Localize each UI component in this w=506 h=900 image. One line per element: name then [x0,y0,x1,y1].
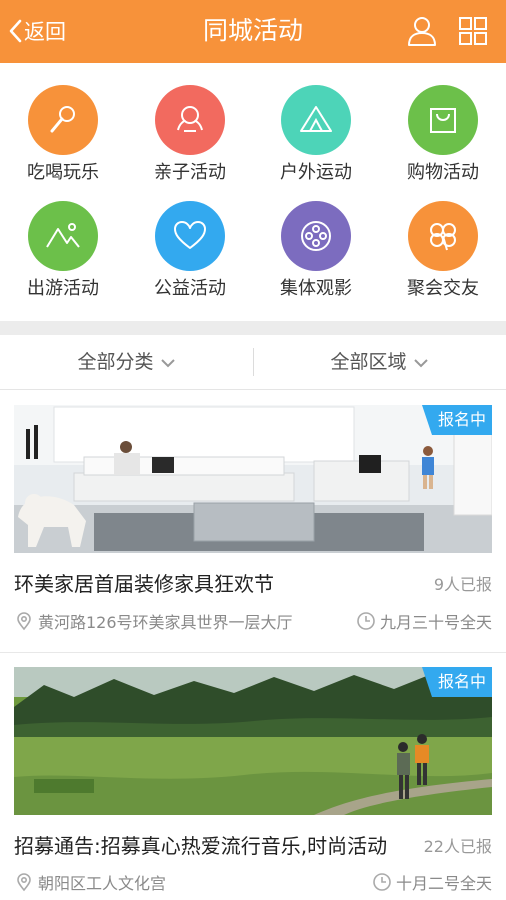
tent-icon [281,85,351,155]
category-grid: 吃喝玩乐 亲子活动 户外运动 购物活动 出游活动 公益活动 集体观影 聚会交友 [0,63,506,321]
signup-count: 22人已报 [423,837,492,856]
event-title: 招募通告:招募真心热爱流行音乐,时尚活动 [14,834,388,858]
clock-icon [357,612,375,630]
category-item-outdoor[interactable]: 户外运动 [256,85,376,185]
event-location: 朝阳区工人文化宫 [14,870,166,894]
category-filter-dropdown[interactable]: 全部分类 [0,347,253,377]
filter-bar: 全部分类 全部区域 [0,335,506,390]
category-item-movie[interactable]: 集体观影 [256,201,376,301]
chevron-down-icon [413,358,428,367]
category-label: 集体观影 [280,278,352,299]
heart-icon [155,201,225,271]
category-label: 出游活动 [27,278,99,299]
app-header: 返回 同城活动 [0,0,506,63]
event-card[interactable]: 报名中 招募通告:招募真心热爱流行音乐,时尚活动 22人已报 朝阳区工人文化宫 … [0,653,506,900]
category-item-family[interactable]: 亲子活动 [130,85,250,185]
category-label: 吃喝玩乐 [27,162,99,183]
category-item-charity[interactable]: 公益活动 [130,201,250,301]
section-divider [0,321,506,335]
family-icon [155,85,225,155]
event-time: 九月三十号全天 [356,609,492,633]
category-label: 购物活动 [407,162,479,183]
time-text: 九月三十号全天 [379,613,492,632]
region-filter-label: 全部区域 [330,351,407,373]
category-item-shopping[interactable]: 购物活动 [383,85,503,185]
category-label: 公益活动 [154,278,226,299]
status-badge-label: 报名中 [437,410,486,429]
event-photo-mountain-meadow: 报名中 [14,667,492,815]
mountain-icon [28,201,98,271]
event-title: 环美家居首届装修家具狂欢节 [14,572,274,596]
category-item-travel[interactable]: 出游活动 [3,201,123,301]
category-item-eat-drink[interactable]: 吃喝玩乐 [3,85,123,185]
category-label: 亲子活动 [154,162,226,183]
shopping-bag-icon [408,85,478,155]
film-reel-icon [281,201,351,271]
chevron-down-icon [160,358,175,367]
category-label: 聚会交友 [407,278,479,299]
location-text: 黄河路126号环美家具世界一层大厅 [38,613,293,632]
category-item-social[interactable]: 聚会交友 [383,201,503,301]
event-location: 黄河路126号环美家具世界一层大厅 [14,609,293,633]
clover-icon [408,201,478,271]
location-text: 朝阳区工人文化宫 [38,874,167,893]
signup-count: 9人已报 [433,575,492,594]
event-card[interactable]: 报名中 环美家居首届装修家具狂欢节 9人已报 黄河路126号环美家具世界一层大厅… [0,391,506,653]
time-text: 十月二号全天 [395,874,492,893]
grid-icon[interactable] [457,15,489,47]
status-badge-label: 报名中 [437,672,486,691]
event-photo-living-room: 报名中 [14,405,492,553]
user-icon[interactable] [406,15,438,47]
region-filter-dropdown[interactable]: 全部区域 [253,347,506,377]
status-badge: 报名中 [410,405,492,435]
category-label: 户外运动 [280,162,352,183]
clock-icon [373,873,391,891]
microphone-icon [28,85,98,155]
location-pin-icon [17,873,31,892]
category-filter-label: 全部分类 [77,351,154,373]
event-time: 十月二号全天 [372,870,492,894]
location-pin-icon [17,612,31,631]
status-badge: 报名中 [410,667,492,697]
